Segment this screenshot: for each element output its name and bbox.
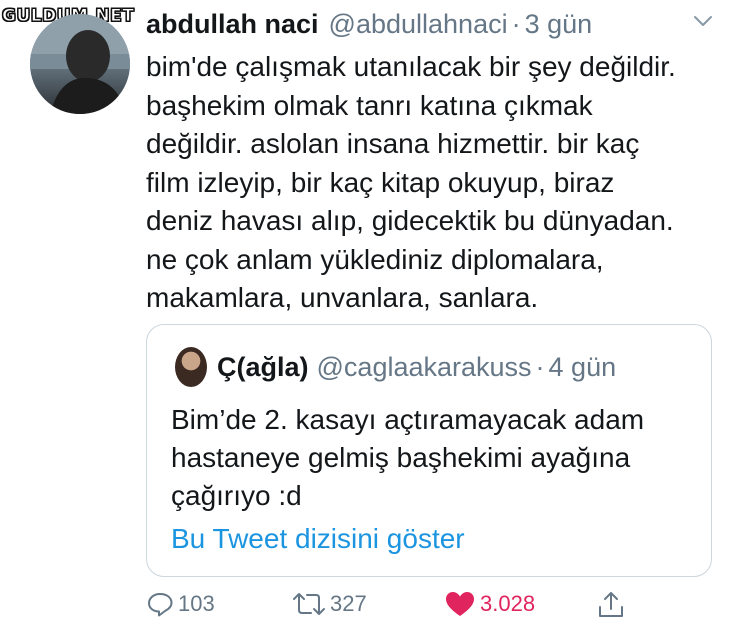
author-handle[interactable]: @abdullahnaci xyxy=(329,9,508,40)
heart-icon xyxy=(446,592,474,616)
tweet-header: abdullah naci @abdullahnaci · 3 gün xyxy=(146,8,730,40)
separator: · xyxy=(511,8,521,39)
tweet-time[interactable]: 3 gün xyxy=(525,9,593,40)
chevron-down-icon[interactable] xyxy=(690,8,716,34)
tweet-text: bim'de çalışmak utanılacak bir şey değil… xyxy=(146,48,726,318)
reply-button[interactable]: 103 xyxy=(146,590,215,618)
avatar-photo xyxy=(30,14,130,114)
like-count: 3.028 xyxy=(480,591,536,616)
quoted-tweet-header: Ç(ağla) @caglaakarakuss · 4 gün xyxy=(175,347,616,387)
author-name[interactable]: abdullah naci xyxy=(146,9,319,40)
quoted-line: hastaneye gelmiş başhekimi ayağına xyxy=(171,442,631,473)
tweet-line: deniz havası alıp, gidecektik bu dünyada… xyxy=(146,205,674,236)
tweet-line: bim'de çalışmak utanılacak bir şey değil… xyxy=(146,51,676,82)
like-button[interactable]: 3.028 xyxy=(444,590,535,618)
share-button[interactable] xyxy=(596,590,630,620)
quoted-avatar[interactable] xyxy=(175,347,207,387)
tweet-line: makamlara, unvanlara, sanlara. xyxy=(146,282,539,313)
tweet-line: film izleyip, bir kaç kitap okuyup, bira… xyxy=(146,166,615,198)
tweet-line: ne çok anlam yüklediniz diplomalara, xyxy=(146,243,604,275)
quoted-tweet-time[interactable]: 4 gün xyxy=(549,352,617,383)
quoted-author-name[interactable]: Ç(ağla) xyxy=(217,352,309,383)
tweet-line: değildir. aslolan insana hizmettir. bir … xyxy=(146,128,640,159)
quoted-tweet-text: Bim’de 2. kasayı açtıramayacak adam hast… xyxy=(171,401,644,515)
quoted-author-handle[interactable]: @caglaakarakuss xyxy=(317,352,532,383)
avatar[interactable] xyxy=(30,14,130,114)
quoted-line: Bim’de 2. kasayı açtıramayacak adam xyxy=(171,404,645,435)
reply-count: 103 xyxy=(178,591,215,616)
retweet-button[interactable]: 327 xyxy=(292,590,367,618)
retweet-icon xyxy=(293,593,325,615)
share-icon xyxy=(599,592,623,617)
tweet-actions: 103 327 3.028 xyxy=(146,590,636,626)
tweet-line: başhekim olmak tanrı katına çıkmak xyxy=(146,89,593,121)
retweet-count: 327 xyxy=(330,591,367,616)
reply-icon xyxy=(148,593,173,617)
quoted-tweet[interactable]: Ç(ağla) @caglaakarakuss · 4 gün Bim’de 2… xyxy=(146,324,712,577)
show-thread-link[interactable]: Bu Tweet dizisini göster xyxy=(171,523,465,555)
quoted-line: çağırıyo :d xyxy=(171,480,302,511)
separator: · xyxy=(535,351,545,382)
